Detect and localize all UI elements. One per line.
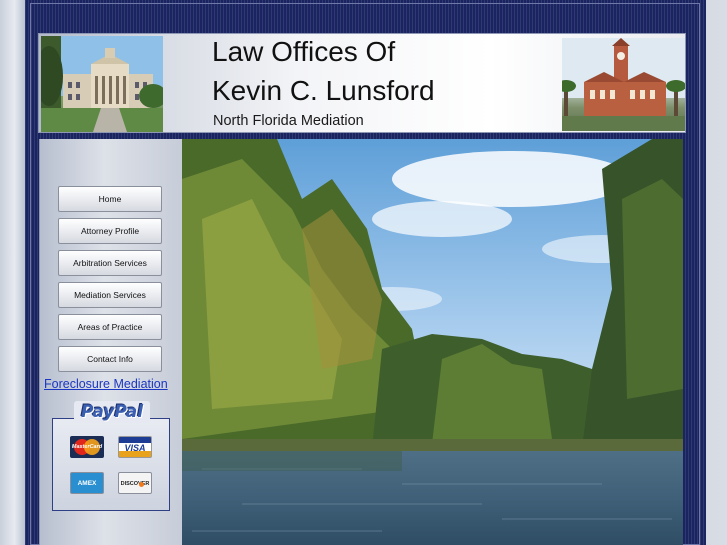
foreclosure-mediation-link[interactable]: Foreclosure Mediation bbox=[44, 377, 168, 391]
courthouse-photo-left bbox=[41, 36, 163, 132]
nav-areas-of-practice-button[interactable]: Areas of Practice bbox=[58, 314, 162, 340]
header-subtitle: North Florida Mediation bbox=[213, 113, 364, 129]
paypal-logo: PayPal bbox=[74, 401, 150, 423]
nav-attorney-profile-button[interactable]: Attorney Profile bbox=[58, 218, 162, 244]
visa-icon: VISA bbox=[118, 436, 152, 458]
discover-icon: DISCOVER bbox=[118, 472, 152, 494]
mastercard-icon: MasterCard bbox=[70, 436, 104, 458]
nav-arbitration-services-button[interactable]: Arbitration Services bbox=[58, 250, 162, 276]
nav-mediation-services-button[interactable]: Mediation Services bbox=[58, 282, 162, 308]
paypal-payment-box[interactable] bbox=[52, 418, 170, 511]
amex-icon: AMEX bbox=[70, 472, 104, 494]
header-title-line2: Kevin C. Lunsford bbox=[212, 75, 435, 106]
courthouse-photo-right bbox=[562, 38, 685, 131]
river-landscape-photo bbox=[182, 139, 683, 545]
header-title-line1: Law Offices Of bbox=[212, 36, 396, 67]
nav-contact-info-button[interactable]: Contact Info bbox=[58, 346, 162, 372]
nav-home-button[interactable]: Home bbox=[58, 186, 162, 212]
